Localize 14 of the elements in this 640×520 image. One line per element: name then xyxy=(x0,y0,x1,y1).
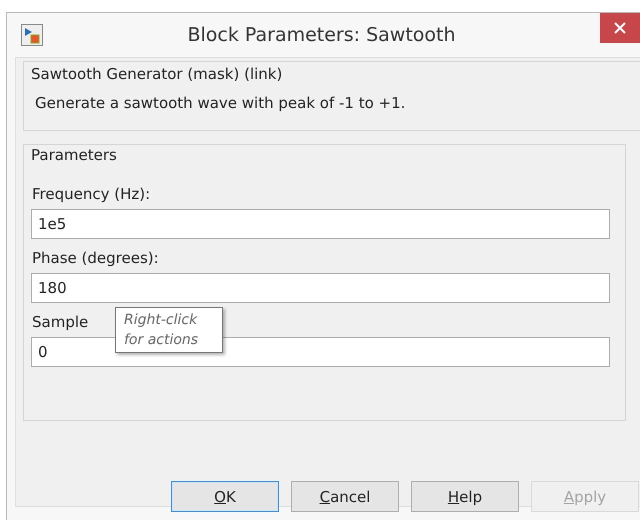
description-text: Generate a sawtooth wave with peak of -1 to +1. xyxy=(35,94,406,112)
close-button[interactable] xyxy=(600,13,640,43)
input-field[interactable]: 180 xyxy=(31,273,610,303)
field-label: Phase (degrees): xyxy=(32,249,159,267)
window-title: Block Parameters: Sawtooth xyxy=(186,24,457,46)
close-icon xyxy=(613,21,627,35)
app-icon xyxy=(21,24,43,46)
tooltip: Right-click for actions xyxy=(115,307,223,353)
field-label: Sample xyxy=(32,313,88,331)
field-label: Frequency (Hz): xyxy=(32,185,150,203)
input-field[interactable]: 1e5 xyxy=(31,209,610,239)
dialog-button[interactable]: Cancel xyxy=(291,481,399,512)
dialog-button[interactable]: OK xyxy=(171,481,279,512)
dialog-button[interactable]: Help xyxy=(411,481,519,512)
